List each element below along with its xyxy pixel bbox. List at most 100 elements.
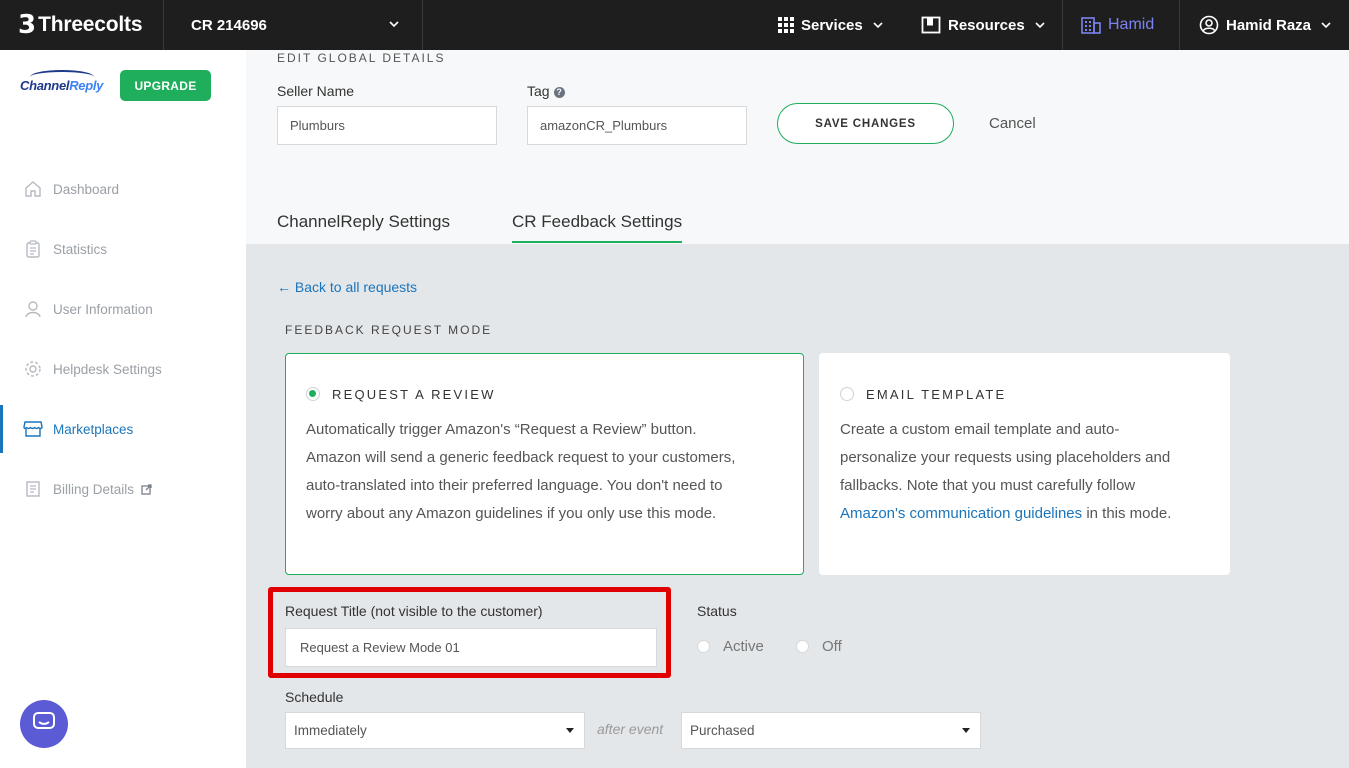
sidebar-item-label: User Information [53, 301, 153, 317]
schedule-value: Immediately [294, 723, 367, 738]
status-off-radio[interactable] [796, 640, 809, 653]
mode-description: Create a custom email template and auto-… [840, 416, 1171, 528]
sidebar-item-marketplaces[interactable]: Marketplaces [0, 405, 246, 453]
threecolts-mark-icon: 3 [18, 10, 37, 40]
tab-channelreply-settings[interactable]: ChannelReply Settings [277, 212, 450, 232]
sidebar-item-label: Billing Details [53, 481, 135, 497]
event-value: Purchased [690, 723, 755, 738]
description-line: worry about any Amazon guidelines if you… [306, 505, 717, 522]
back-to-requests-link[interactable]: ← Back to all requests [277, 279, 417, 295]
store-icon [23, 419, 43, 439]
clipboard-icon [23, 239, 43, 259]
status-off-option[interactable]: Off [796, 638, 842, 655]
description-line: personalize your requests using placehol… [840, 449, 1171, 466]
mode-card-request-review[interactable]: REQUEST A REVIEW Automatically trigger A… [285, 353, 804, 575]
user-menu[interactable]: Hamid Raza [1199, 0, 1332, 50]
request-title-value: Request a Review Mode 01 [300, 640, 460, 655]
upgrade-button[interactable]: UPGRADE [120, 70, 211, 101]
request-title-input[interactable]: Request a Review Mode 01 [285, 628, 657, 667]
sidebar-item-billing-details[interactable]: Billing Details [0, 465, 246, 513]
request-title-label: Request Title (not visible to the custom… [285, 603, 543, 619]
resources-menu[interactable]: Resources [921, 0, 1046, 50]
amazon-guidelines-link[interactable]: Amazon's communication guidelines [840, 505, 1082, 522]
services-menu[interactable]: Services [778, 0, 884, 50]
description-line: auto-translated into their preferred lan… [306, 477, 723, 494]
threecolts-logo[interactable]: 3 Threecolts [0, 0, 164, 50]
event-select[interactable]: Purchased [681, 712, 981, 749]
chevron-down-icon [1320, 19, 1332, 31]
grid-icon [778, 17, 794, 33]
mode-title: REQUEST A REVIEW [332, 387, 496, 402]
sidebar-item-user-information[interactable]: User Information [0, 285, 246, 333]
tag-label-text: Tag [527, 83, 550, 99]
account-id: CR 214696 [191, 16, 267, 34]
external-link-icon [141, 483, 152, 495]
link-suffix: in this mode. [1082, 505, 1172, 522]
workspace-name: Hamid [1108, 16, 1155, 33]
description-line: fallbacks. Note that you must carefully … [840, 477, 1136, 494]
sidebar-item-label: Statistics [53, 241, 108, 257]
sidebar-item-helpdesk-settings[interactable]: Helpdesk Settings [0, 345, 246, 393]
sidebar-item-statistics[interactable]: Statistics [0, 225, 246, 273]
status-active-radio[interactable] [697, 640, 710, 653]
mode-description: Automatically trigger Amazon's “Request … [306, 416, 735, 528]
chat-widget-button[interactable] [20, 700, 68, 748]
building-icon [1081, 16, 1101, 34]
save-changes-button[interactable]: SAVE CHANGES [777, 103, 954, 144]
chat-icon [33, 711, 55, 737]
help-icon[interactable]: ? [553, 86, 565, 98]
user-name: Hamid Raza [1226, 16, 1312, 34]
tag-input[interactable]: amazonCR_Plumburs [527, 106, 747, 145]
workspace-switcher[interactable]: Hamid [1062, 0, 1180, 50]
gear-icon [23, 359, 43, 379]
cancel-button[interactable]: Cancel [989, 115, 1036, 132]
caret-down-icon [566, 728, 574, 733]
sidebar-item-label: Marketplaces [53, 421, 134, 437]
request-review-radio[interactable] [306, 387, 320, 401]
description-line: Amazon will send a generic feedback requ… [306, 449, 736, 466]
book-icon [921, 16, 941, 34]
description-line: Create a custom email template and auto- [840, 421, 1120, 438]
description-line: Amazon's communication guidelines in thi… [840, 500, 1171, 528]
mode-title: EMAIL TEMPLATE [866, 387, 1007, 402]
seller-name-value: Plumburs [290, 118, 345, 133]
logo-text: ChannelReply [20, 78, 103, 93]
user-icon [23, 299, 43, 319]
seller-name-label: Seller Name [277, 83, 355, 99]
sidebar: ChannelReply UPGRADE Dashboard Statistic… [0, 50, 246, 768]
tag-label: Tag? [527, 83, 565, 99]
after-event-text: after event [597, 721, 664, 737]
brand-name: Threecolts [38, 13, 143, 36]
sidebar-item-label: Helpdesk Settings [53, 361, 162, 377]
seller-name-input[interactable]: Plumburs [277, 106, 497, 145]
status-option-label: Active [723, 638, 764, 655]
top-bar: 3 Threecolts CR 214696 Services Resource… [0, 0, 1349, 50]
schedule-select[interactable]: Immediately [285, 712, 585, 749]
chevron-down-icon [872, 19, 884, 31]
status-option-label: Off [822, 638, 842, 655]
feedback-mode-heading: FEEDBACK REQUEST MODE [285, 323, 493, 337]
services-label: Services [801, 16, 863, 34]
section-heading: EDIT GLOBAL DETAILS [277, 51, 446, 65]
description-line: Automatically trigger Amazon's “Request … [306, 421, 697, 438]
sidebar-item-dashboard[interactable]: Dashboard [0, 165, 246, 213]
tab-cr-feedback-settings[interactable]: CR Feedback Settings [512, 212, 683, 243]
sidebar-item-label: Dashboard [53, 181, 120, 197]
home-icon [23, 179, 43, 199]
user-circle-icon [1199, 15, 1219, 35]
email-template-radio[interactable] [840, 387, 854, 401]
status-label: Status [697, 603, 737, 619]
resources-label: Resources [948, 16, 1025, 34]
caret-down-icon [962, 728, 970, 733]
schedule-label: Schedule [285, 689, 344, 705]
chevron-down-icon [388, 17, 400, 34]
receipt-icon [23, 479, 43, 499]
account-selector[interactable]: CR 214696 [164, 0, 423, 50]
mode-card-email-template[interactable]: EMAIL TEMPLATE Create a custom email tem… [819, 353, 1230, 575]
status-active-option[interactable]: Active [697, 638, 764, 655]
chevron-down-icon [1034, 19, 1046, 31]
logo-text-channel: Channel [20, 78, 70, 93]
logo-text-reply: Reply [69, 78, 104, 93]
tag-value: amazonCR_Plumburs [540, 118, 668, 133]
channelreply-logo[interactable]: ChannelReply [20, 70, 103, 104]
